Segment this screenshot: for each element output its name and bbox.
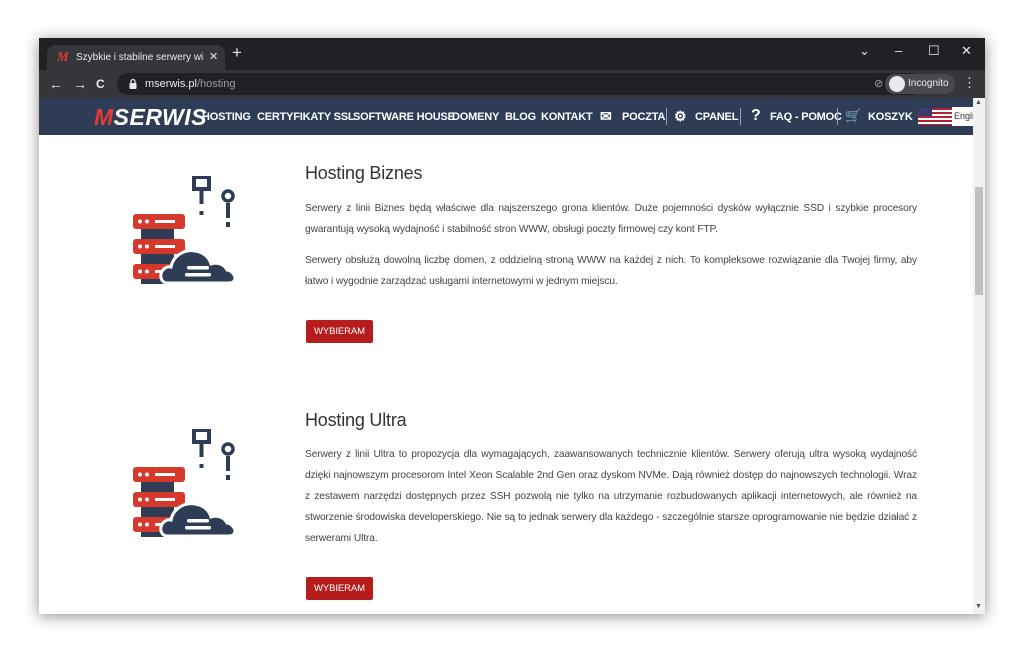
browser-tab[interactable]: M Szybkie i stabilne serwery wirtualne ✕ xyxy=(47,45,225,70)
close-window-button[interactable]: ✕ xyxy=(961,43,972,59)
chevron-down-icon[interactable]: ⌄ xyxy=(859,43,870,59)
nav-domeny[interactable]: DOMENY xyxy=(452,110,499,124)
browser-menu-icon[interactable]: ⋮ xyxy=(963,75,976,91)
choose-button[interactable]: WYBIERAM xyxy=(306,577,373,600)
nav-divider xyxy=(837,108,838,125)
nav-ssl[interactable]: CERTYFIKATY SSL xyxy=(257,110,355,124)
nav-divider xyxy=(740,108,741,125)
mail-icon: ✉ xyxy=(600,108,612,124)
server-cloud-icon xyxy=(133,429,237,538)
nav-software-house[interactable]: SOFTWARE HOUSE xyxy=(353,110,455,124)
plan-description: Serwery z linii Ultra to propozycja dla … xyxy=(305,449,917,544)
scroll-down-icon[interactable]: ▼ xyxy=(975,602,982,612)
url-text: mserwis.pl/hosting xyxy=(145,77,235,91)
site-nav-bar: MSERWIS HOSTING CERTYFIKATY SSL SOFTWARE… xyxy=(39,98,973,135)
gear-icon: ⚙ xyxy=(674,108,687,124)
site-logo[interactable]: MSERWIS xyxy=(94,104,207,130)
nav-divider xyxy=(666,108,667,125)
incognito-icon xyxy=(889,76,905,92)
plan-description: Serwery z linii Biznes będą właściwe dla… xyxy=(305,203,917,235)
page-scrollbar[interactable]: ▲ ▼ xyxy=(973,98,985,614)
new-tab-button[interactable]: + xyxy=(232,44,242,62)
maximize-button[interactable]: ☐ xyxy=(928,43,940,59)
page-viewport: MSERWIS HOSTING CERTYFIKATY SSL SOFTWARE… xyxy=(39,98,985,614)
site-favicon-icon: M xyxy=(57,49,69,64)
browser-window: M Szybkie i stabilne serwery wirtualne ✕… xyxy=(39,38,985,614)
scrollbar-thumb[interactable] xyxy=(975,187,983,295)
incognito-label: Incognito xyxy=(908,78,949,89)
plan-title: Hosting Biznes xyxy=(305,163,423,183)
choose-button[interactable]: WYBIERAM xyxy=(306,320,373,343)
nav-blog[interactable]: BLOG xyxy=(505,110,536,124)
plan-title: Hosting Ultra xyxy=(305,410,407,430)
help-icon: ? xyxy=(751,107,761,124)
url-host: mserwis.pl xyxy=(145,78,197,90)
us-flag-icon[interactable] xyxy=(918,108,952,125)
tab-title: Szybkie i stabilne serwery wirtualne xyxy=(76,52,204,63)
reload-button[interactable]: C xyxy=(96,76,105,92)
cart-icon: 🛒 xyxy=(845,108,862,123)
title-bar: M Szybkie i stabilne serwery wirtualne ✕… xyxy=(39,38,985,70)
scroll-up-icon[interactable]: ▲ xyxy=(975,98,982,108)
nav-hosting[interactable]: HOSTING xyxy=(202,110,251,124)
lock-icon xyxy=(129,78,137,89)
nav-cpanel[interactable]: CPANEL xyxy=(695,110,738,124)
browser-toolbar: ← → C mserwis.pl/hosting ⊘ ☆ Incognito ⋮ xyxy=(39,70,985,98)
nav-koszyk[interactable]: KOSZYK xyxy=(868,110,913,124)
nav-kontakt[interactable]: KONTAKT xyxy=(541,110,593,124)
eye-slash-icon[interactable]: ⊘ xyxy=(874,77,883,91)
server-cloud-icon xyxy=(133,176,237,285)
address-bar[interactable]: mserwis.pl/hosting ⊘ ☆ xyxy=(117,73,923,95)
plan-description: Serwery obsłużą dowolną liczbę domen, z … xyxy=(305,255,917,287)
forward-button[interactable]: → xyxy=(73,76,87,92)
tab-close-icon[interactable]: ✕ xyxy=(209,50,218,64)
url-path: /hosting xyxy=(196,78,236,90)
nav-faq[interactable]: FAQ - POMOC xyxy=(770,110,842,124)
minimize-button[interactable]: – xyxy=(895,43,902,59)
incognito-badge[interactable]: Incognito xyxy=(885,74,955,94)
language-selector[interactable]: English xyxy=(952,107,973,126)
back-button[interactable]: ← xyxy=(49,76,63,92)
nav-poczta[interactable]: POCZTA xyxy=(622,110,665,124)
